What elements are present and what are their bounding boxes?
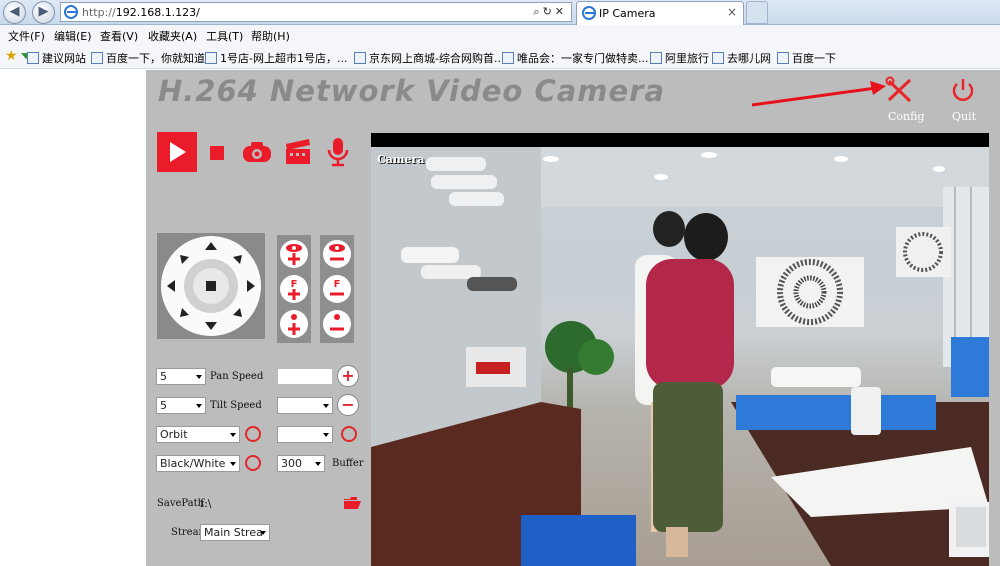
microphone-icon[interactable]	[322, 136, 354, 168]
orbit-start-button[interactable]	[245, 426, 261, 442]
address-url: http://192.168.1.123/	[82, 6, 200, 19]
iris-in-button[interactable]	[279, 309, 309, 339]
favorite-item[interactable]: 去哪儿网	[712, 50, 771, 66]
preset-select[interactable]	[277, 397, 333, 414]
folder-icon[interactable]	[344, 497, 361, 509]
savepath-value: f:\	[200, 497, 212, 510]
preset-goto-select[interactable]	[277, 426, 333, 443]
ie-icon	[64, 5, 78, 19]
orbit-select[interactable]: Orbit	[156, 426, 240, 443]
camera-page: H.264 Network Video Camera Config Quit F…	[146, 70, 1000, 566]
savepath-label: SavePath	[157, 498, 205, 509]
page-icon	[91, 52, 103, 64]
color-mode-apply-button[interactable]	[245, 455, 261, 471]
favorite-item[interactable]: 百度一下	[777, 50, 836, 66]
record-icon[interactable]	[282, 136, 314, 168]
buffer-label: Buffer	[332, 458, 364, 469]
video-frame: Camera	[371, 133, 989, 566]
pan-speed-select[interactable]: 5	[156, 368, 206, 385]
stop-load-icon[interactable]: ✕	[555, 5, 567, 18]
svg-text:F: F	[334, 279, 341, 290]
zoom-out-button[interactable]	[322, 239, 352, 269]
favorite-item[interactable]: 建议网站	[27, 50, 86, 66]
stop-icon[interactable]	[210, 146, 224, 160]
camera-overlay-text: Camera	[377, 153, 425, 166]
new-tab-button[interactable]	[746, 1, 768, 24]
annotation-arrow-icon	[751, 81, 886, 107]
preset-add-button[interactable]: +	[337, 365, 359, 387]
snapshot-icon[interactable]	[241, 136, 273, 168]
iris-out-button[interactable]	[322, 309, 352, 339]
ptz-control-pad	[157, 233, 265, 339]
menu-file[interactable]: 文件(F)	[8, 28, 45, 44]
favorite-item[interactable]: 百度一下，你就知道	[91, 50, 205, 66]
page-icon	[502, 52, 514, 64]
tab-ip-camera[interactable]: IP Camera ×	[576, 1, 744, 25]
menu-edit[interactable]: 编辑(E)	[54, 28, 92, 44]
color-mode-select[interactable]: Black/White	[156, 455, 240, 472]
search-icon[interactable]: ⌕	[533, 5, 542, 18]
quit-icon[interactable]	[948, 76, 978, 104]
focus-out-button[interactable]: F	[322, 274, 352, 304]
menu-help[interactable]: 帮助(H)	[251, 28, 290, 44]
tab-close-icon[interactable]: ×	[727, 5, 737, 19]
page-icon	[205, 52, 217, 64]
focus-in-button[interactable]: F	[279, 274, 309, 304]
preset-remove-button[interactable]: −	[337, 394, 359, 416]
favorite-item[interactable]: 阿里旅行	[650, 50, 709, 66]
favorites-star-icon[interactable]: ★	[5, 48, 18, 64]
menu-view[interactable]: 查看(V)	[100, 28, 138, 44]
page-icon	[27, 52, 39, 64]
favorites-bar: ★ 建议网站 百度一下，你就知道 1号店-网上超市1号店，... 京东网上商城-…	[0, 45, 1000, 69]
menu-favorites[interactable]: 收藏夹(A)	[148, 28, 197, 44]
quit-label[interactable]: Quit	[952, 110, 976, 123]
forward-button[interactable]: ▶	[32, 1, 55, 24]
address-tools[interactable]: ⌕↻✕	[533, 5, 567, 19]
browser-nav-bar: ◀ ▶ http://192.168.1.123/ ⌕↻✕ IP Camera …	[0, 0, 1000, 25]
adjust-plus-column: F	[277, 235, 311, 343]
preset-name-input[interactable]	[277, 368, 333, 385]
buffer-select[interactable]: 300	[277, 455, 325, 472]
back-button[interactable]: ◀	[3, 1, 26, 24]
config-label[interactable]: Config	[888, 110, 925, 123]
favorite-item[interactable]: 1号店-网上超市1号店，...	[205, 50, 347, 66]
page-icon	[712, 52, 724, 64]
favorite-item[interactable]: 京东网上商城-综合网购首...	[354, 50, 504, 66]
page-title: H.264 Network Video Camera	[158, 74, 666, 108]
menu-tools[interactable]: 工具(T)	[206, 28, 243, 44]
page-icon	[650, 52, 662, 64]
back-arrow-icon: ◀	[9, 4, 20, 19]
live-video[interactable]: Camera	[371, 147, 989, 566]
config-icon[interactable]	[885, 76, 915, 104]
adjust-minus-column: F	[320, 235, 354, 343]
tab-ie-icon	[582, 6, 596, 20]
zoom-in-button[interactable]	[279, 239, 309, 269]
video-scene	[371, 147, 989, 566]
tilt-speed-label: Tilt Speed	[210, 400, 262, 411]
favorite-item[interactable]: 唯品会：一家专门做特卖...	[502, 50, 649, 66]
address-bar[interactable]: http://192.168.1.123/ ⌕↻✕	[60, 2, 572, 22]
page-icon	[777, 52, 789, 64]
pan-speed-label: Pan Speed	[210, 371, 264, 382]
play-icon[interactable]	[157, 132, 197, 172]
stream-select[interactable]: Main Strea	[200, 524, 270, 541]
ptz-center-button[interactable]	[206, 281, 216, 291]
tab-label: IP Camera	[599, 7, 656, 20]
preset-goto-button[interactable]	[341, 426, 357, 442]
page-icon	[354, 52, 366, 64]
tilt-speed-select[interactable]: 5	[156, 397, 206, 414]
menu-bar: 文件(F) 编辑(E) 查看(V) 收藏夹(A) 工具(T) 帮助(H)	[0, 25, 1000, 45]
svg-text:F: F	[291, 279, 298, 290]
forward-arrow-icon: ▶	[38, 4, 49, 19]
refresh-icon[interactable]: ↻	[543, 5, 555, 18]
